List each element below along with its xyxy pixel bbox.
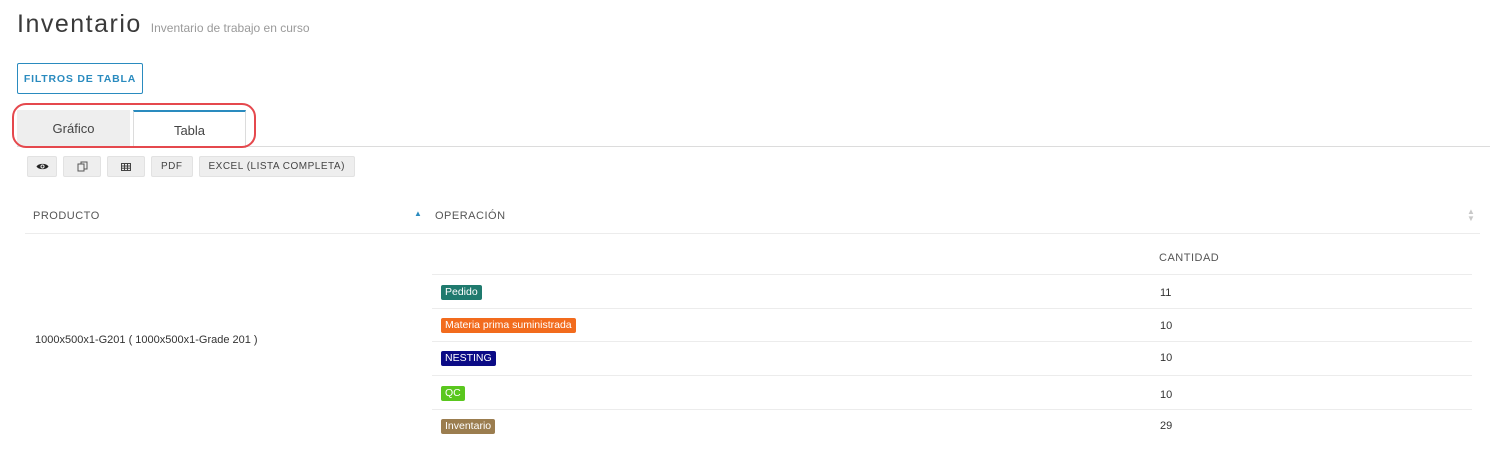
sort-both-icon[interactable]: ▲ ▼ xyxy=(1467,208,1475,223)
row-divider xyxy=(432,274,1472,275)
toggle-columns-visibility-button[interactable] xyxy=(27,156,57,177)
quantity-nesting: 10 xyxy=(1160,352,1173,364)
table-filters-button[interactable]: FILTROS DE TABLA xyxy=(17,63,143,94)
page-header: Inventario Inventario de trabajo en curs… xyxy=(17,10,310,39)
page-subtitle: Inventario de trabajo en curso xyxy=(150,21,310,35)
copy-button[interactable] xyxy=(63,156,101,177)
page-title: Inventario xyxy=(17,10,142,38)
excel-button[interactable]: EXCEL (LISTA COMPLETA) xyxy=(198,156,355,177)
row-divider xyxy=(432,308,1472,309)
quantity-pedido: 11 xyxy=(1160,287,1172,299)
subheader-cantidad: CANTIDAD xyxy=(1159,252,1220,264)
tabs-highlight-outline xyxy=(12,103,256,148)
row-divider xyxy=(432,375,1472,376)
operation-badge-materia-prima: Materia prima suministrada xyxy=(441,318,576,333)
product-cell: 1000x500x1-G201 ( 1000x500x1-Grade 201 ) xyxy=(35,334,258,346)
table-icon xyxy=(121,162,131,171)
copy-icon xyxy=(77,161,87,172)
quantity-materia-prima: 10 xyxy=(1160,320,1173,332)
column-header-producto[interactable]: PRODUCTO xyxy=(33,210,100,222)
operation-badge-pedido: Pedido xyxy=(441,285,482,300)
csv-button[interactable] xyxy=(107,156,145,177)
table-toolbar: PDF EXCEL (LISTA COMPLETA) xyxy=(27,156,355,177)
sort-ascending-icon[interactable]: ▲ xyxy=(414,209,422,218)
eye-icon xyxy=(36,163,48,170)
column-header-operacion[interactable]: OPERACIÓN xyxy=(435,210,506,222)
operation-badge-inventario: Inventario xyxy=(441,419,496,434)
quantity-inventario: 29 xyxy=(1160,420,1173,432)
row-divider xyxy=(432,409,1472,410)
operation-badge-qc: QC xyxy=(441,386,465,401)
pdf-button[interactable]: PDF xyxy=(151,156,193,177)
operation-badge-nesting: NESTING xyxy=(441,351,496,366)
quantity-qc: 10 xyxy=(1160,389,1173,401)
header-divider xyxy=(25,233,1480,234)
row-divider xyxy=(432,341,1472,342)
